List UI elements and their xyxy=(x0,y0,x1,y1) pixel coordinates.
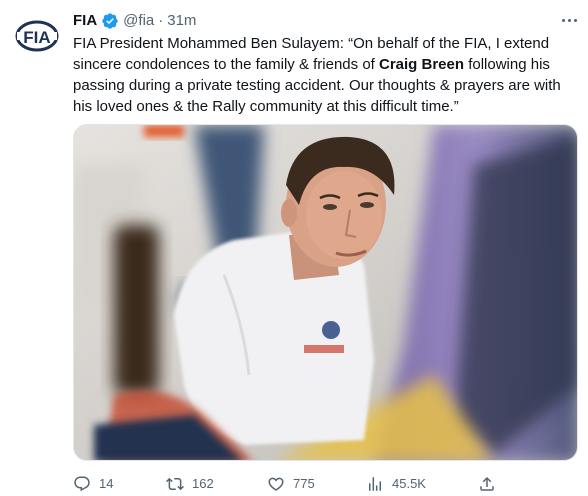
reply-button[interactable]: 14 xyxy=(73,470,113,496)
reply-icon xyxy=(74,476,90,492)
retweet-count: 162 xyxy=(192,476,214,491)
avatar[interactable]: FIA xyxy=(14,13,60,59)
like-button[interactable]: 775 xyxy=(267,470,315,496)
share-button[interactable] xyxy=(478,470,496,496)
views-icon xyxy=(369,477,381,491)
views-button[interactable]: 45.5K xyxy=(366,470,426,496)
heart-icon xyxy=(268,477,284,491)
tweet-photo[interactable] xyxy=(73,124,578,461)
author-name[interactable]: FIA xyxy=(73,11,97,31)
more-icon[interactable] xyxy=(558,10,580,30)
views-count: 45.5K xyxy=(392,476,426,491)
share-icon xyxy=(480,476,494,491)
tweet-text: FIA President Mohammed Ben Sulayem: “On … xyxy=(73,33,573,117)
tweet-header: FIA @fia · 31m xyxy=(73,10,196,32)
photo-illustration xyxy=(74,125,577,460)
tweet-text-bold-name: Craig Breen xyxy=(379,56,465,73)
like-count: 775 xyxy=(293,476,315,491)
author-handle[interactable]: @fia xyxy=(123,11,154,31)
timestamp[interactable]: 31m xyxy=(167,11,196,31)
verified-badge-icon xyxy=(101,12,119,30)
tweet-actions: 14 162 775 45.5K xyxy=(73,470,503,496)
tweet[interactable]: FIA FIA @fia · 31m FIA President Mohamme… xyxy=(0,0,588,496)
reply-count: 14 xyxy=(99,476,114,491)
avatar-text: FIA xyxy=(23,28,50,47)
retweet-button[interactable]: 162 xyxy=(166,470,214,496)
retweet-icon xyxy=(166,477,184,491)
fia-logo-icon: FIA xyxy=(15,20,59,52)
separator-dot: · xyxy=(158,12,164,29)
